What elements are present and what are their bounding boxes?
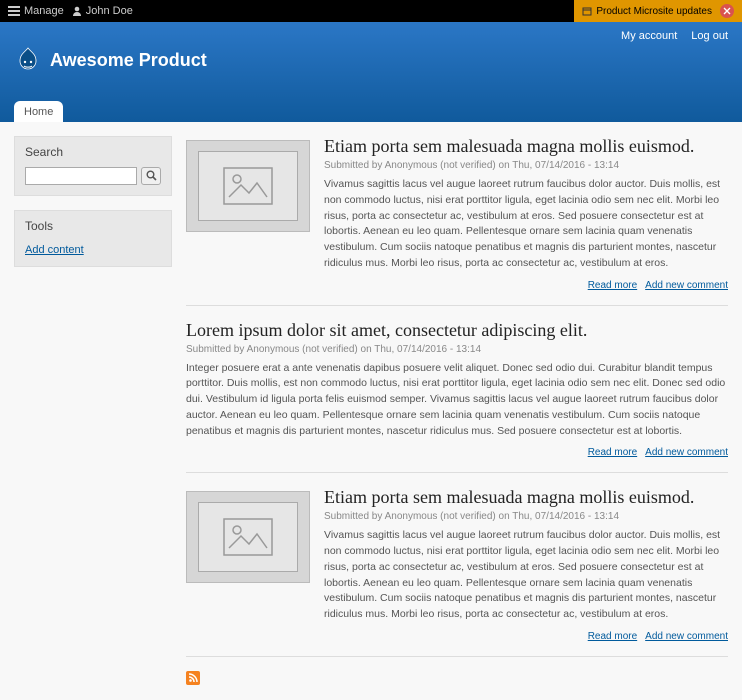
read-more-link[interactable]: Read more: [588, 631, 637, 642]
article-title[interactable]: Lorem ipsum dolor sit amet, consectetur …: [186, 320, 728, 341]
article: Etiam porta sem malesuada magna mollis e…: [186, 136, 728, 306]
add-content-link[interactable]: Add content: [25, 244, 84, 256]
article-meta: Submitted by Anonymous (not verified) on…: [324, 160, 728, 171]
header-user-links: My account Log out: [621, 30, 728, 42]
hamburger-icon: [8, 6, 20, 16]
read-more-link[interactable]: Read more: [588, 447, 637, 458]
article-links: Read more Add new comment: [186, 447, 728, 458]
update-notification[interactable]: Product Microsite updates: [574, 0, 742, 22]
tools-title: Tools: [15, 211, 171, 241]
my-account-link[interactable]: My account: [621, 30, 677, 42]
toolbar-right: Product Microsite updates: [574, 0, 742, 22]
article-meta: Submitted by Anonymous (not verified) on…: [324, 511, 728, 522]
article-title[interactable]: Etiam porta sem malesuada magna mollis e…: [324, 136, 728, 157]
primary-tabs: Home: [14, 101, 63, 122]
rss-feed[interactable]: [186, 671, 728, 686]
search-input[interactable]: [25, 167, 137, 185]
article-links: Read more Add new comment: [324, 280, 728, 291]
logout-link[interactable]: Log out: [691, 30, 728, 42]
article-body: Etiam porta sem malesuada magna mollis e…: [324, 136, 728, 291]
image-placeholder-icon: [198, 151, 298, 221]
article-thumbnail[interactable]: [186, 491, 310, 583]
search-block: Search: [14, 136, 172, 196]
article-body: Etiam porta sem malesuada magna mollis e…: [324, 487, 728, 642]
search-title: Search: [15, 137, 171, 167]
sidebar: Search Tools Add content: [14, 136, 172, 686]
add-comment-link[interactable]: Add new comment: [645, 447, 728, 458]
tools-block: Tools Add content: [14, 210, 172, 267]
toolbar-left: Manage John Doe: [0, 5, 133, 17]
package-icon: [582, 6, 592, 16]
site-header: My account Log out Awesome Product Home: [0, 22, 742, 122]
manage-menu[interactable]: Manage: [8, 5, 64, 17]
page-body: Search Tools Add content: [0, 122, 742, 700]
user-menu[interactable]: John Doe: [72, 5, 133, 17]
article-title[interactable]: Etiam porta sem malesuada magna mollis e…: [324, 487, 728, 508]
close-icon[interactable]: [720, 4, 734, 18]
tab-home[interactable]: Home: [14, 101, 63, 122]
site-name: Awesome Product: [50, 50, 207, 71]
article-text: Integer posuere erat a ante venenatis da…: [186, 361, 728, 440]
article-meta: Submitted by Anonymous (not verified) on…: [186, 344, 728, 355]
rss-icon: [186, 671, 200, 685]
article: Etiam porta sem malesuada magna mollis e…: [186, 487, 728, 657]
drupal-logo-icon: [14, 46, 42, 74]
add-comment-link[interactable]: Add new comment: [645, 631, 728, 642]
article-links: Read more Add new comment: [324, 631, 728, 642]
image-placeholder-icon: [198, 502, 298, 572]
article: Lorem ipsum dolor sit amet, consectetur …: [186, 320, 728, 474]
main-content: Etiam porta sem malesuada magna mollis e…: [186, 136, 728, 686]
update-label: Product Microsite updates: [596, 6, 712, 17]
manage-label: Manage: [24, 5, 64, 17]
admin-toolbar: Manage John Doe Product Microsite update…: [0, 0, 742, 22]
article-thumbnail[interactable]: [186, 140, 310, 232]
search-icon: [146, 169, 157, 184]
user-icon: [72, 6, 82, 16]
search-button[interactable]: [141, 167, 161, 185]
article-text: Vivamus sagittis lacus vel augue laoreet…: [324, 528, 728, 623]
article-text: Vivamus sagittis lacus vel augue laoreet…: [324, 177, 728, 272]
read-more-link[interactable]: Read more: [588, 280, 637, 291]
add-comment-link[interactable]: Add new comment: [645, 280, 728, 291]
user-label: John Doe: [86, 5, 133, 17]
